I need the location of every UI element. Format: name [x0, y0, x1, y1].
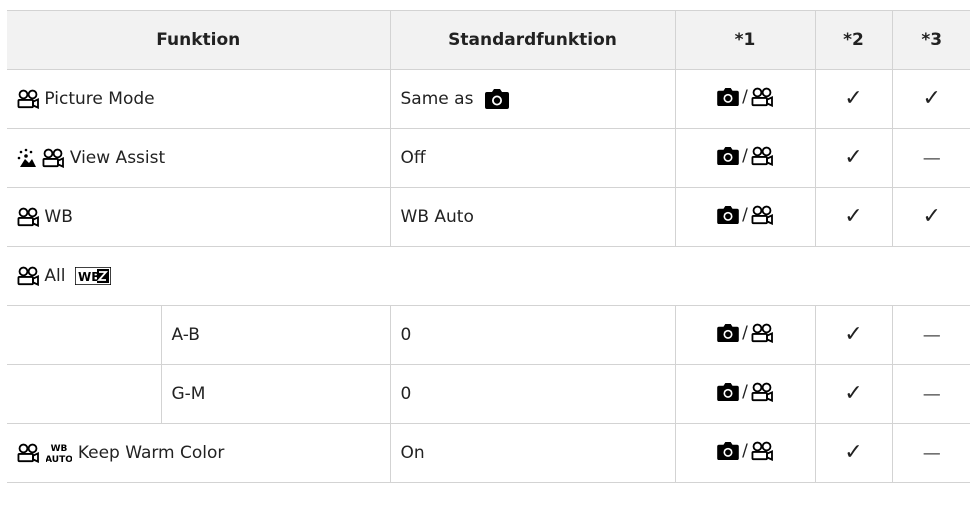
modes-cell: / — [674, 69, 816, 129]
indent-cell — [7, 305, 161, 365]
mode-separator: / — [742, 323, 748, 343]
modes-cell: / — [674, 187, 816, 247]
dash-mark: — — [891, 423, 970, 483]
mode-separator: / — [742, 87, 748, 107]
table-row-picture-mode: Picture Mode Same as / ✓ ✓ — [7, 69, 970, 129]
check-icon: ✓ — [814, 187, 893, 247]
funktion-label: All — [44, 266, 66, 286]
header-funktion: Funktion — [7, 10, 391, 70]
funktion-cell: All WB — [7, 246, 970, 306]
check-icon: ✓ — [814, 364, 893, 424]
mode-separator: / — [742, 382, 748, 402]
funktion-label: WB — [44, 207, 73, 227]
movie-icon — [17, 266, 39, 286]
mode-separator: / — [742, 205, 748, 225]
view-assist-icon — [17, 148, 36, 167]
movie-icon — [42, 148, 64, 168]
funktion-label: Picture Mode — [44, 89, 155, 109]
movie-icon — [17, 207, 39, 227]
default-cell: 0 — [389, 364, 676, 424]
dash-mark: — — [891, 305, 970, 365]
default-cell: On — [389, 423, 676, 483]
camera-icon — [717, 442, 739, 460]
camera-icon — [717, 147, 739, 165]
check-icon: ✓ — [891, 187, 970, 247]
check-icon: ✓ — [814, 423, 893, 483]
movie-icon — [17, 89, 39, 109]
check-icon: ✓ — [891, 69, 970, 129]
check-icon: ✓ — [814, 69, 893, 129]
table-row-g-m: G-M 0 / ✓ — — [7, 364, 970, 424]
funktion-cell: Picture Mode — [7, 69, 391, 129]
mode-separator: / — [742, 146, 748, 166]
camera-icon — [717, 383, 739, 401]
funktion-label: View Assist — [69, 148, 166, 168]
movie-icon — [751, 323, 773, 343]
settings-table: Funktion Standardfunktion *1 *2 *3 Pictu… — [7, 10, 970, 483]
funktion-cell: WB AUTO Keep Warm Color — [7, 423, 391, 483]
movie-icon — [751, 146, 773, 166]
modes-cell: / — [674, 128, 816, 188]
funktion-cell: A-B — [160, 305, 391, 365]
check-icon: ✓ — [814, 128, 893, 188]
default-value: Same as — [400, 89, 474, 109]
wb-auto-icon-top: WB — [51, 444, 68, 454]
dash-mark: — — [891, 364, 970, 424]
header-col-3: *3 — [891, 10, 970, 70]
funktion-cell: WB — [7, 187, 391, 247]
wb-auto-icon-bottom: AUTO — [46, 455, 72, 464]
wb-auto-icon: WB AUTO — [46, 444, 72, 464]
table-row-all-wbz: All WB — [7, 246, 970, 306]
wb-compensation-icon: WB — [74, 267, 111, 285]
modes-cell: / — [674, 364, 816, 424]
default-cell: 0 — [389, 305, 676, 365]
table-row-wb: WB WB Auto / ✓ ✓ — [7, 187, 970, 247]
camera-icon — [485, 89, 509, 109]
funktion-cell: View Assist — [7, 128, 391, 188]
header-col-1: *1 — [674, 10, 816, 70]
default-cell: Same as — [389, 69, 676, 129]
default-cell: Off — [389, 128, 676, 188]
camera-icon — [717, 88, 739, 106]
header-col-2: *2 — [814, 10, 893, 70]
table-header-row: Funktion Standardfunktion *1 *2 *3 — [7, 10, 970, 70]
funktion-cell: G-M — [160, 364, 391, 424]
funktion-label: Keep Warm Color — [77, 443, 225, 463]
modes-cell: / — [674, 305, 816, 365]
movie-icon — [751, 382, 773, 402]
check-icon: ✓ — [814, 305, 893, 365]
header-standardfunktion: Standardfunktion — [389, 10, 676, 70]
table-row-keep-warm-color: WB AUTO Keep Warm Color On / ✓ — — [7, 423, 970, 483]
indent-cell — [7, 364, 161, 424]
camera-icon — [717, 206, 739, 224]
movie-icon — [751, 441, 773, 461]
dash-mark: — — [891, 128, 970, 188]
movie-icon — [751, 205, 773, 225]
movie-icon — [751, 87, 773, 107]
table-row-view-assist: View Assist Off / ✓ — — [7, 128, 970, 188]
movie-icon — [17, 443, 39, 463]
camera-icon — [717, 324, 739, 342]
mode-separator: / — [742, 441, 748, 461]
default-cell: WB Auto — [389, 187, 676, 247]
table-row-a-b: A-B 0 / ✓ — — [7, 305, 970, 365]
modes-cell: / — [674, 423, 816, 483]
